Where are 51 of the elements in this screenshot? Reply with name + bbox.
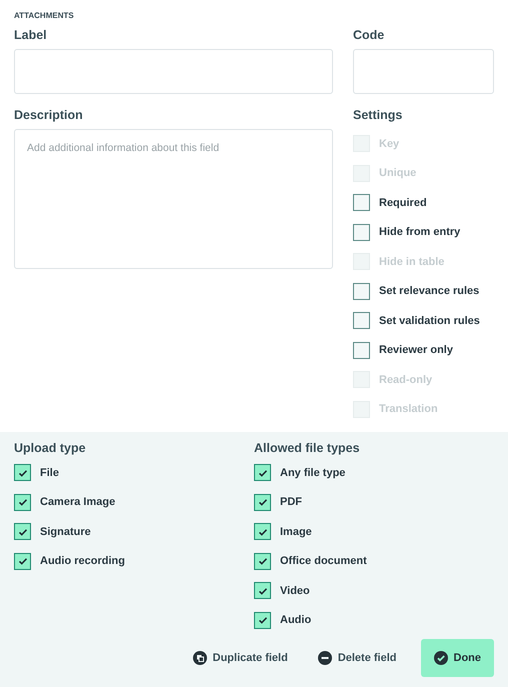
checkbox[interactable] [353, 224, 370, 241]
checkbox-label: Set validation rules [379, 314, 480, 327]
checkbox-label: Translation [379, 403, 438, 416]
checkbox[interactable] [254, 582, 271, 600]
upload-type-heading: Upload type [14, 441, 87, 455]
checkbox[interactable] [14, 552, 31, 570]
checkbox-label: Office document [280, 555, 367, 568]
done-button[interactable]: Done [420, 639, 494, 677]
checkbox-label: Hide from entry [379, 226, 460, 238]
checkbox-label: Any file type [280, 466, 346, 479]
checkbox-label: Signature [40, 526, 91, 538]
field-label: Label [14, 28, 48, 42]
checkbox[interactable] [14, 464, 31, 482]
minus-circle-icon [318, 651, 332, 665]
checkbox[interactable] [14, 523, 31, 540]
delete-button[interactable]: Delete field [306, 641, 408, 675]
checkbox[interactable] [254, 494, 271, 511]
settings-heading: Settings [353, 108, 404, 122]
file-types-heading: Allowed file types [254, 441, 361, 455]
code-input-field[interactable] [353, 49, 494, 94]
checkbox-label: Key [379, 138, 400, 150]
checkbox[interactable] [254, 552, 271, 570]
label-input-field[interactable] [14, 49, 333, 94]
checkbox-label: Hide in table [379, 256, 444, 268]
checkbox-label: PDF [280, 496, 302, 508]
checkbox-label: Audio [280, 614, 312, 626]
checkbox-label: File [40, 466, 59, 479]
checkbox-label: Video [280, 584, 310, 597]
checkbox[interactable] [353, 312, 370, 330]
checkbox-label: Read-only [379, 374, 432, 386]
duplicate-button[interactable]: Duplicate field [180, 641, 300, 675]
field-label: Description [14, 108, 84, 122]
checkbox-label: Required [379, 196, 427, 209]
description-input-field[interactable]: Add additional information about this field [14, 129, 333, 269]
checkbox[interactable] [14, 494, 31, 511]
checkbox-label: Image [280, 526, 312, 538]
checkbox-label: Unique [379, 167, 416, 180]
checkbox-label: Camera Image [40, 496, 116, 508]
checkbox-label: Set relevance rules [379, 285, 480, 298]
checkbox[interactable] [353, 342, 370, 359]
checkbox[interactable] [353, 194, 370, 212]
checkbox[interactable] [353, 282, 370, 300]
field-label: Code [353, 28, 386, 42]
checkbox[interactable] [254, 464, 271, 482]
checkbox[interactable] [254, 523, 271, 540]
checkbox-label: Reviewer only [379, 344, 453, 356]
checkbox-label: Audio recording [40, 555, 125, 568]
section-title: ATTACHMENTS [14, 11, 75, 20]
copy-icon [192, 651, 207, 665]
checkbox[interactable] [254, 612, 271, 629]
check-circle-icon [434, 651, 448, 665]
